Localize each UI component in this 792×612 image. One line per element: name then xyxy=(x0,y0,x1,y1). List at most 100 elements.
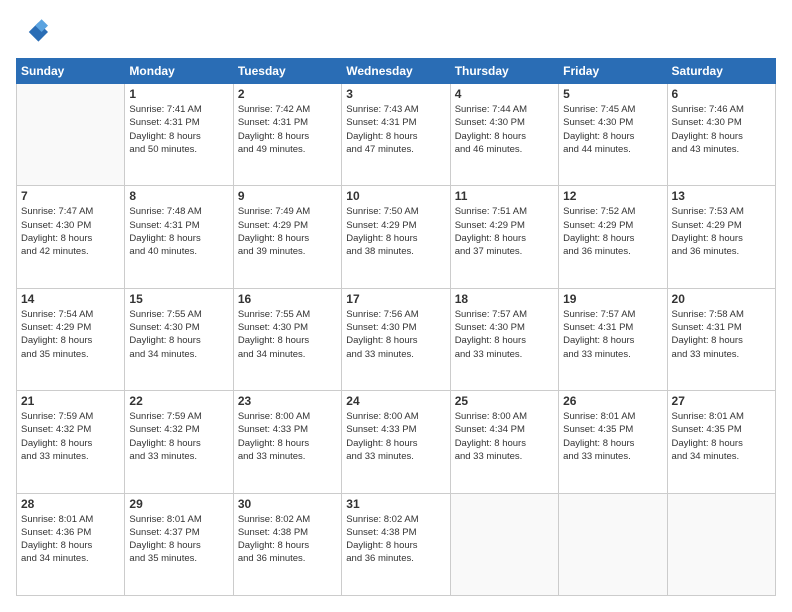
calendar-cell: 31 Sunrise: 8:02 AM Sunset: 4:38 PM Dayli… xyxy=(342,493,450,595)
calendar-cell: 18 Sunrise: 7:57 AM Sunset: 4:30 PM Dayli… xyxy=(450,288,558,390)
day-number: 4 xyxy=(455,87,554,101)
day-info: Sunrise: 7:58 AM Sunset: 4:31 PM Dayligh… xyxy=(672,308,771,361)
day-info: Sunrise: 7:57 AM Sunset: 4:31 PM Dayligh… xyxy=(563,308,662,361)
day-number: 6 xyxy=(672,87,771,101)
day-number: 25 xyxy=(455,394,554,408)
day-number: 20 xyxy=(672,292,771,306)
calendar-cell xyxy=(17,84,125,186)
day-number: 1 xyxy=(129,87,228,101)
day-header-wednesday: Wednesday xyxy=(342,59,450,84)
day-info: Sunrise: 8:00 AM Sunset: 4:33 PM Dayligh… xyxy=(238,410,337,463)
day-number: 11 xyxy=(455,189,554,203)
calendar-week-5: 28 Sunrise: 8:01 AM Sunset: 4:36 PM Dayli… xyxy=(17,493,776,595)
day-info: Sunrise: 8:02 AM Sunset: 4:38 PM Dayligh… xyxy=(238,513,337,566)
calendar-cell: 17Sunrise: 7:56 AM Sunset: 4:30 PM Dayli… xyxy=(342,288,450,390)
day-number: 29 xyxy=(129,497,228,511)
calendar-cell: 6 Sunrise: 7:46 AM Sunset: 4:30 PM Daylig… xyxy=(667,84,775,186)
calendar-cell: 21 Sunrise: 7:59 AM Sunset: 4:32 PM Dayli… xyxy=(17,391,125,493)
day-number: 23 xyxy=(238,394,337,408)
calendar-cell: 24 Sunrise: 8:00 AM Sunset: 4:33 PM Dayli… xyxy=(342,391,450,493)
day-number: 22 xyxy=(129,394,228,408)
calendar-header-row: SundayMondayTuesdayWednesdayThursdayFrid… xyxy=(17,59,776,84)
day-number: 18 xyxy=(455,292,554,306)
calendar: SundayMondayTuesdayWednesdayThursdayFrid… xyxy=(16,58,776,596)
day-number: 10 xyxy=(346,189,445,203)
day-info: Sunrise: 8:00 AM Sunset: 4:34 PM Dayligh… xyxy=(455,410,554,463)
day-number: 17 xyxy=(346,292,445,306)
day-info: Sunrise: 7:47 AM Sunset: 4:30 PM Dayligh… xyxy=(21,205,120,258)
calendar-week-3: 14Sunrise: 7:54 AM Sunset: 4:29 PM Dayli… xyxy=(17,288,776,390)
day-number: 30 xyxy=(238,497,337,511)
day-info: Sunrise: 7:55 AM Sunset: 4:30 PM Dayligh… xyxy=(129,308,228,361)
day-number: 28 xyxy=(21,497,120,511)
calendar-cell: 27Sunrise: 8:01 AM Sunset: 4:35 PM Dayli… xyxy=(667,391,775,493)
day-info: Sunrise: 8:00 AM Sunset: 4:33 PM Dayligh… xyxy=(346,410,445,463)
day-info: Sunrise: 8:02 AM Sunset: 4:38 PM Dayligh… xyxy=(346,513,445,566)
day-number: 9 xyxy=(238,189,337,203)
calendar-cell: 14Sunrise: 7:54 AM Sunset: 4:29 PM Dayli… xyxy=(17,288,125,390)
day-info: Sunrise: 7:49 AM Sunset: 4:29 PM Dayligh… xyxy=(238,205,337,258)
day-header-sunday: Sunday xyxy=(17,59,125,84)
day-number: 24 xyxy=(346,394,445,408)
logo-icon xyxy=(16,16,48,48)
day-number: 3 xyxy=(346,87,445,101)
logo xyxy=(16,16,52,48)
calendar-cell: 7Sunrise: 7:47 AM Sunset: 4:30 PM Daylig… xyxy=(17,186,125,288)
day-info: Sunrise: 7:50 AM Sunset: 4:29 PM Dayligh… xyxy=(346,205,445,258)
day-number: 5 xyxy=(563,87,662,101)
day-info: Sunrise: 7:45 AM Sunset: 4:30 PM Dayligh… xyxy=(563,103,662,156)
calendar-cell: 22 Sunrise: 7:59 AM Sunset: 4:32 PM Dayli… xyxy=(125,391,233,493)
calendar-cell: 30 Sunrise: 8:02 AM Sunset: 4:38 PM Dayli… xyxy=(233,493,341,595)
day-header-saturday: Saturday xyxy=(667,59,775,84)
day-info: Sunrise: 7:44 AM Sunset: 4:30 PM Dayligh… xyxy=(455,103,554,156)
calendar-cell: 4 Sunrise: 7:44 AM Sunset: 4:30 PM Daylig… xyxy=(450,84,558,186)
calendar-cell: 5 Sunrise: 7:45 AM Sunset: 4:30 PM Daylig… xyxy=(559,84,667,186)
day-info: Sunrise: 7:46 AM Sunset: 4:30 PM Dayligh… xyxy=(672,103,771,156)
day-info: Sunrise: 7:48 AM Sunset: 4:31 PM Dayligh… xyxy=(129,205,228,258)
day-number: 2 xyxy=(238,87,337,101)
day-info: Sunrise: 7:54 AM Sunset: 4:29 PM Dayligh… xyxy=(21,308,120,361)
day-number: 8 xyxy=(129,189,228,203)
day-info: Sunrise: 8:01 AM Sunset: 4:37 PM Dayligh… xyxy=(129,513,228,566)
calendar-cell: 2 Sunrise: 7:42 AM Sunset: 4:31 PM Daylig… xyxy=(233,84,341,186)
day-info: Sunrise: 7:59 AM Sunset: 4:32 PM Dayligh… xyxy=(21,410,120,463)
calendar-cell: 23 Sunrise: 8:00 AM Sunset: 4:33 PM Dayli… xyxy=(233,391,341,493)
day-info: Sunrise: 7:43 AM Sunset: 4:31 PM Dayligh… xyxy=(346,103,445,156)
calendar-cell xyxy=(559,493,667,595)
day-number: 31 xyxy=(346,497,445,511)
calendar-cell: 25 Sunrise: 8:00 AM Sunset: 4:34 PM Dayli… xyxy=(450,391,558,493)
day-number: 21 xyxy=(21,394,120,408)
day-info: Sunrise: 8:01 AM Sunset: 4:35 PM Dayligh… xyxy=(672,410,771,463)
day-header-friday: Friday xyxy=(559,59,667,84)
day-number: 15 xyxy=(129,292,228,306)
day-number: 16 xyxy=(238,292,337,306)
calendar-cell: 8 Sunrise: 7:48 AM Sunset: 4:31 PM Daylig… xyxy=(125,186,233,288)
day-info: Sunrise: 7:42 AM Sunset: 4:31 PM Dayligh… xyxy=(238,103,337,156)
day-header-tuesday: Tuesday xyxy=(233,59,341,84)
calendar-cell: 15 Sunrise: 7:55 AM Sunset: 4:30 PM Dayli… xyxy=(125,288,233,390)
day-info: Sunrise: 8:01 AM Sunset: 4:35 PM Dayligh… xyxy=(563,410,662,463)
day-info: Sunrise: 8:01 AM Sunset: 4:36 PM Dayligh… xyxy=(21,513,120,566)
header xyxy=(16,16,776,48)
calendar-cell: 26Sunrise: 8:01 AM Sunset: 4:35 PM Dayli… xyxy=(559,391,667,493)
day-info: Sunrise: 7:57 AM Sunset: 4:30 PM Dayligh… xyxy=(455,308,554,361)
day-info: Sunrise: 7:41 AM Sunset: 4:31 PM Dayligh… xyxy=(129,103,228,156)
day-info: Sunrise: 7:51 AM Sunset: 4:29 PM Dayligh… xyxy=(455,205,554,258)
day-info: Sunrise: 7:59 AM Sunset: 4:32 PM Dayligh… xyxy=(129,410,228,463)
day-header-thursday: Thursday xyxy=(450,59,558,84)
day-number: 19 xyxy=(563,292,662,306)
calendar-week-1: 1 Sunrise: 7:41 AM Sunset: 4:31 PM Daylig… xyxy=(17,84,776,186)
calendar-week-2: 7Sunrise: 7:47 AM Sunset: 4:30 PM Daylig… xyxy=(17,186,776,288)
calendar-cell: 9 Sunrise: 7:49 AM Sunset: 4:29 PM Daylig… xyxy=(233,186,341,288)
calendar-cell: 13 Sunrise: 7:53 AM Sunset: 4:29 PM Dayli… xyxy=(667,186,775,288)
calendar-cell: 16Sunrise: 7:55 AM Sunset: 4:30 PM Dayli… xyxy=(233,288,341,390)
day-header-monday: Monday xyxy=(125,59,233,84)
calendar-cell: 3 Sunrise: 7:43 AM Sunset: 4:31 PM Daylig… xyxy=(342,84,450,186)
page: SundayMondayTuesdayWednesdayThursdayFrid… xyxy=(0,0,792,612)
day-info: Sunrise: 7:53 AM Sunset: 4:29 PM Dayligh… xyxy=(672,205,771,258)
calendar-cell: 19 Sunrise: 7:57 AM Sunset: 4:31 PM Dayli… xyxy=(559,288,667,390)
day-number: 13 xyxy=(672,189,771,203)
day-info: Sunrise: 7:52 AM Sunset: 4:29 PM Dayligh… xyxy=(563,205,662,258)
calendar-cell: 10 Sunrise: 7:50 AM Sunset: 4:29 PM Dayli… xyxy=(342,186,450,288)
calendar-cell: 12Sunrise: 7:52 AM Sunset: 4:29 PM Dayli… xyxy=(559,186,667,288)
